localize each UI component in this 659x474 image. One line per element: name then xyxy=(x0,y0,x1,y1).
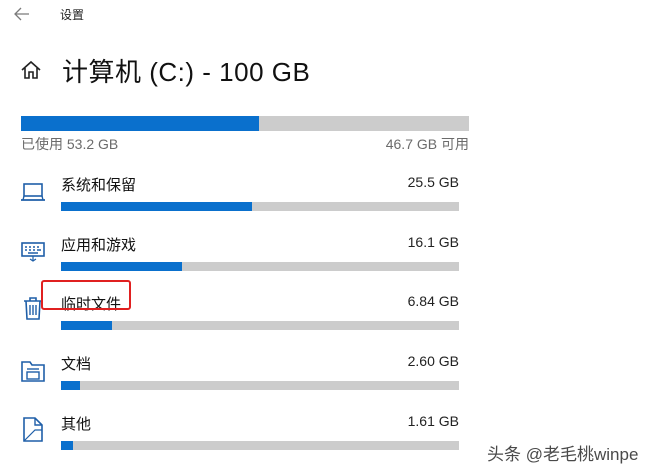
category-size: 25.5 GB xyxy=(407,174,459,190)
highlight-annotation-box xyxy=(41,280,131,310)
category-usage-bar xyxy=(61,381,459,390)
category-usage-fill xyxy=(61,381,81,390)
category-usage-bar xyxy=(61,321,459,330)
category-name: 文档 xyxy=(61,356,92,373)
category-usage-fill xyxy=(61,262,183,271)
used-space-label: 已使用 53.2 GB xyxy=(21,136,119,152)
folder-icon xyxy=(21,361,45,382)
home-icon[interactable] xyxy=(20,59,42,81)
category-usage-bar xyxy=(61,441,459,450)
category-size: 16.1 GB xyxy=(407,234,459,250)
category-usage-bar xyxy=(61,202,459,211)
laptop-icon xyxy=(21,183,45,201)
app-title: 设置 xyxy=(60,8,85,22)
keyboard-icon xyxy=(21,242,45,262)
file-icon xyxy=(23,417,43,442)
category-size: 1.61 GB xyxy=(407,413,459,429)
category-usage-bar xyxy=(61,262,459,271)
total-usage-bar xyxy=(21,116,469,131)
category-name: 系统和保留 xyxy=(61,177,137,194)
back-button[interactable] xyxy=(12,5,32,23)
category-system-reserved[interactable]: 系统和保留 25.5 GB xyxy=(0,174,480,234)
watermark: 头条 @老毛桃winpe xyxy=(487,445,639,464)
category-usage-fill xyxy=(61,441,73,450)
category-usage-fill xyxy=(61,202,253,211)
category-name: 其他 xyxy=(61,416,92,433)
category-documents[interactable]: 文档 2.60 GB xyxy=(0,353,480,413)
category-size: 6.84 GB xyxy=(407,293,459,309)
page-title: 计算机 (C:) - 100 GB xyxy=(62,57,311,87)
category-size: 2.60 GB xyxy=(407,353,459,369)
free-space-label: 46.7 GB 可用 xyxy=(385,136,469,152)
category-name: 应用和游戏 xyxy=(61,237,137,254)
total-usage-fill xyxy=(21,116,260,131)
title-bar: 设置 xyxy=(0,0,659,30)
category-other[interactable]: 其他 1.61 GB xyxy=(0,413,480,473)
category-usage-fill xyxy=(61,321,112,330)
back-arrow-icon xyxy=(14,7,29,21)
